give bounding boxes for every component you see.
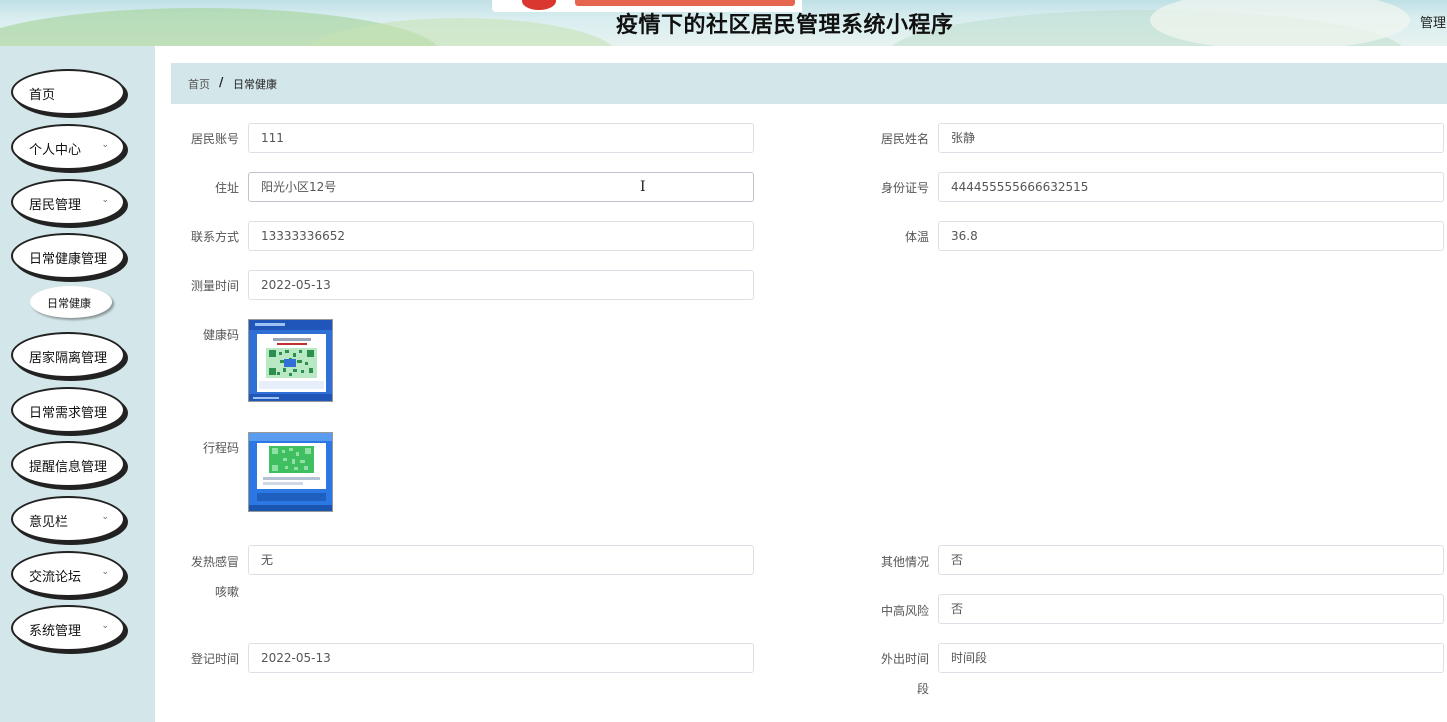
register-time-label: 登记时间 — [190, 652, 239, 666]
phone-label: 联系方式 — [190, 230, 239, 244]
outing-time-field[interactable]: 时间段 — [938, 643, 1444, 673]
sidebar-item-label: 个人中心 — [29, 143, 82, 158]
sidebar-item-personal-center[interactable]: 个人中心 ⌄ — [11, 124, 125, 170]
sidebar-item-label: 日常需求管理 — [29, 406, 108, 421]
outing-time-label: 外出时间 — [880, 652, 929, 666]
breadcrumb-separator: / — [219, 75, 224, 89]
sidebar-subitem-label: 日常健康 — [47, 297, 91, 310]
text-cursor-icon: I — [640, 179, 646, 195]
health-code-image[interactable] — [248, 319, 333, 402]
chevron-down-icon: ⌄ — [101, 140, 109, 150]
sidebar-item-system-management[interactable]: 系统管理 ⌄ — [11, 605, 125, 651]
address-label: 住址 — [214, 181, 239, 195]
sidebar-item-label: 提醒信息管理 — [29, 460, 108, 475]
banner-decoration — [1150, 0, 1410, 46]
sidebar-item-label: 居家隔离管理 — [29, 351, 108, 366]
sidebar-item-forum[interactable]: 交流论坛 ⌄ — [11, 551, 125, 597]
trip-code-label: 行程码 — [202, 441, 239, 455]
risk-label: 中高风险 — [880, 604, 929, 618]
breadcrumb: 首页 / 日常健康 — [171, 63, 1447, 104]
chevron-down-icon: ⌄ — [101, 567, 109, 577]
fever-field[interactable]: 无 — [248, 545, 754, 575]
risk-field[interactable]: 否 — [938, 594, 1444, 624]
sidebar-item-daily-needs[interactable]: 日常需求管理 — [11, 387, 125, 433]
name-field[interactable]: 张静 — [938, 123, 1444, 153]
measure-time-field[interactable]: 2022-05-13 — [248, 270, 754, 300]
sidebar: 首页 个人中心 ⌄ 居民管理 ⌄ 日常健康管理 日常健康 居家隔离管理 日常需求… — [0, 46, 155, 722]
outing-time-label-continued: 段 — [916, 682, 929, 696]
sidebar-item-reminders[interactable]: 提醒信息管理 — [11, 441, 125, 487]
sidebar-item-label: 意见栏 — [29, 515, 69, 530]
breadcrumb-current: 日常健康 — [233, 78, 277, 91]
sidebar-item-feedback[interactable]: 意见栏 ⌄ — [11, 496, 125, 542]
logo-banner — [575, 0, 795, 6]
fever-label: 发热感冒 — [190, 555, 239, 569]
sidebar-item-label: 日常健康管理 — [29, 252, 108, 267]
sidebar-item-home-isolation[interactable]: 居家隔离管理 — [11, 332, 125, 378]
other-situation-field[interactable]: 否 — [938, 545, 1444, 575]
fever-label-continued: 咳嗽 — [214, 585, 239, 599]
id-number-label: 身份证号 — [880, 181, 929, 195]
phone-field[interactable]: 13333336652 — [248, 221, 754, 251]
chevron-down-icon: ⌄ — [101, 195, 109, 205]
admin-menu[interactable]: 管理 — [1420, 12, 1446, 31]
temperature-field[interactable]: 36.8 — [938, 221, 1444, 251]
sidebar-item-label: 居民管理 — [29, 198, 82, 213]
chevron-down-icon: ⌄ — [101, 621, 109, 631]
sidebar-item-resident-management[interactable]: 居民管理 ⌄ — [11, 179, 125, 225]
name-label: 居民姓名 — [880, 132, 929, 146]
address-field[interactable]: 阳光小区12号 — [248, 172, 754, 202]
sidebar-item-label: 首页 — [29, 88, 56, 103]
sidebar-subitem-daily-health[interactable]: 日常健康 — [30, 286, 112, 318]
account-label: 居民账号 — [190, 132, 239, 146]
id-number-field[interactable]: 444455555666632515 — [938, 172, 1444, 202]
sidebar-item-label: 交流论坛 — [29, 570, 82, 585]
sidebar-item-label: 系统管理 — [29, 624, 82, 639]
health-code-label: 健康码 — [202, 328, 239, 342]
account-field[interactable]: 111 — [248, 123, 754, 153]
sidebar-item-home[interactable]: 首页 — [11, 69, 125, 115]
breadcrumb-home-link[interactable]: 首页 — [188, 76, 210, 92]
temperature-label: 体温 — [904, 230, 929, 244]
header-banner: 疫情下的社区居民管理系统小程序 管理 — [0, 0, 1447, 46]
register-time-field[interactable]: 2022-05-13 — [248, 643, 754, 673]
other-situation-label: 其他情况 — [880, 555, 929, 569]
sidebar-item-daily-health-management[interactable]: 日常健康管理 — [11, 233, 125, 279]
measure-time-label: 测量时间 — [190, 279, 239, 293]
chevron-down-icon: ⌄ — [101, 512, 109, 522]
app-title: 疫情下的社区居民管理系统小程序 — [616, 13, 954, 38]
trip-code-image[interactable] — [248, 432, 333, 512]
